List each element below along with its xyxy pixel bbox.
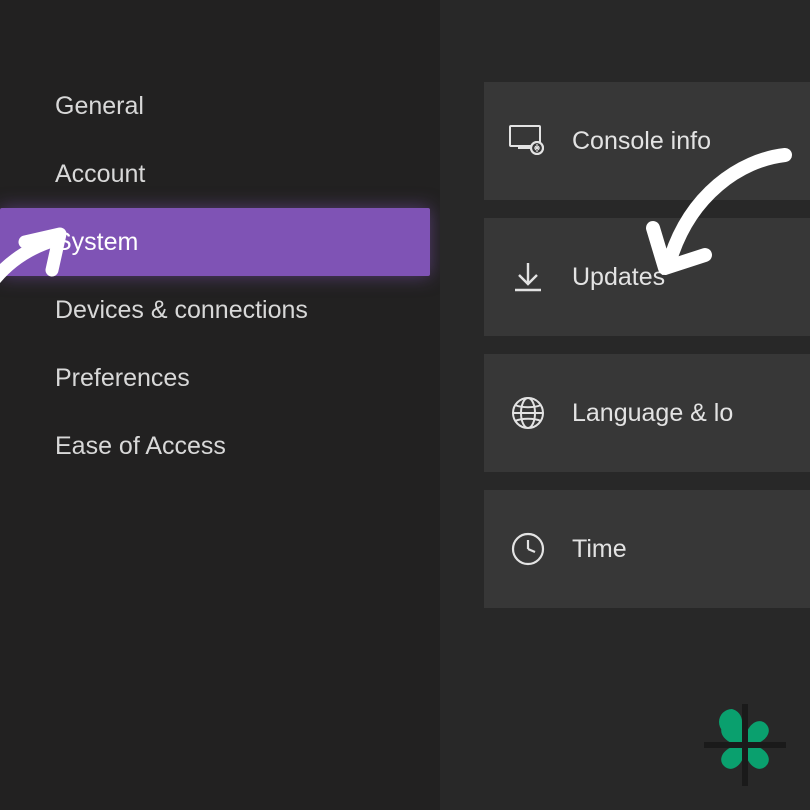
tile-language-location[interactable]: Language & lo [484, 354, 810, 472]
tile-label: Updates [572, 263, 810, 292]
tile-updates[interactable]: Updates [484, 218, 810, 336]
brand-logo [704, 704, 786, 786]
sidebar-item-general[interactable]: General [0, 72, 440, 140]
sidebar-item-ease-of-access[interactable]: Ease of Access [0, 412, 440, 480]
system-tiles-panel: Console info Updates Language & lo [440, 0, 810, 810]
tile-label: Language & lo [572, 399, 810, 428]
clock-icon [484, 531, 572, 567]
sidebar-item-system[interactable]: System [0, 208, 430, 276]
tile-time[interactable]: Time [484, 490, 810, 608]
sidebar-item-label: General [55, 92, 144, 121]
sidebar-item-account[interactable]: Account [0, 140, 440, 208]
sidebar-item-label: System [55, 228, 138, 257]
console-info-icon [484, 124, 572, 158]
sidebar-item-label: Preferences [55, 364, 190, 393]
tile-label: Time [572, 535, 810, 564]
sidebar-item-label: Account [55, 160, 145, 189]
globe-icon [484, 395, 572, 431]
sidebar-item-label: Devices & connections [55, 296, 308, 325]
sidebar-item-label: Ease of Access [55, 432, 226, 461]
sidebar-item-preferences[interactable]: Preferences [0, 344, 440, 412]
tile-label: Console info [572, 127, 810, 156]
sidebar-item-devices-connections[interactable]: Devices & connections [0, 276, 440, 344]
tile-console-info[interactable]: Console info [484, 82, 810, 200]
download-icon [484, 260, 572, 294]
settings-sidebar: General Account System Devices & connect… [0, 0, 440, 810]
